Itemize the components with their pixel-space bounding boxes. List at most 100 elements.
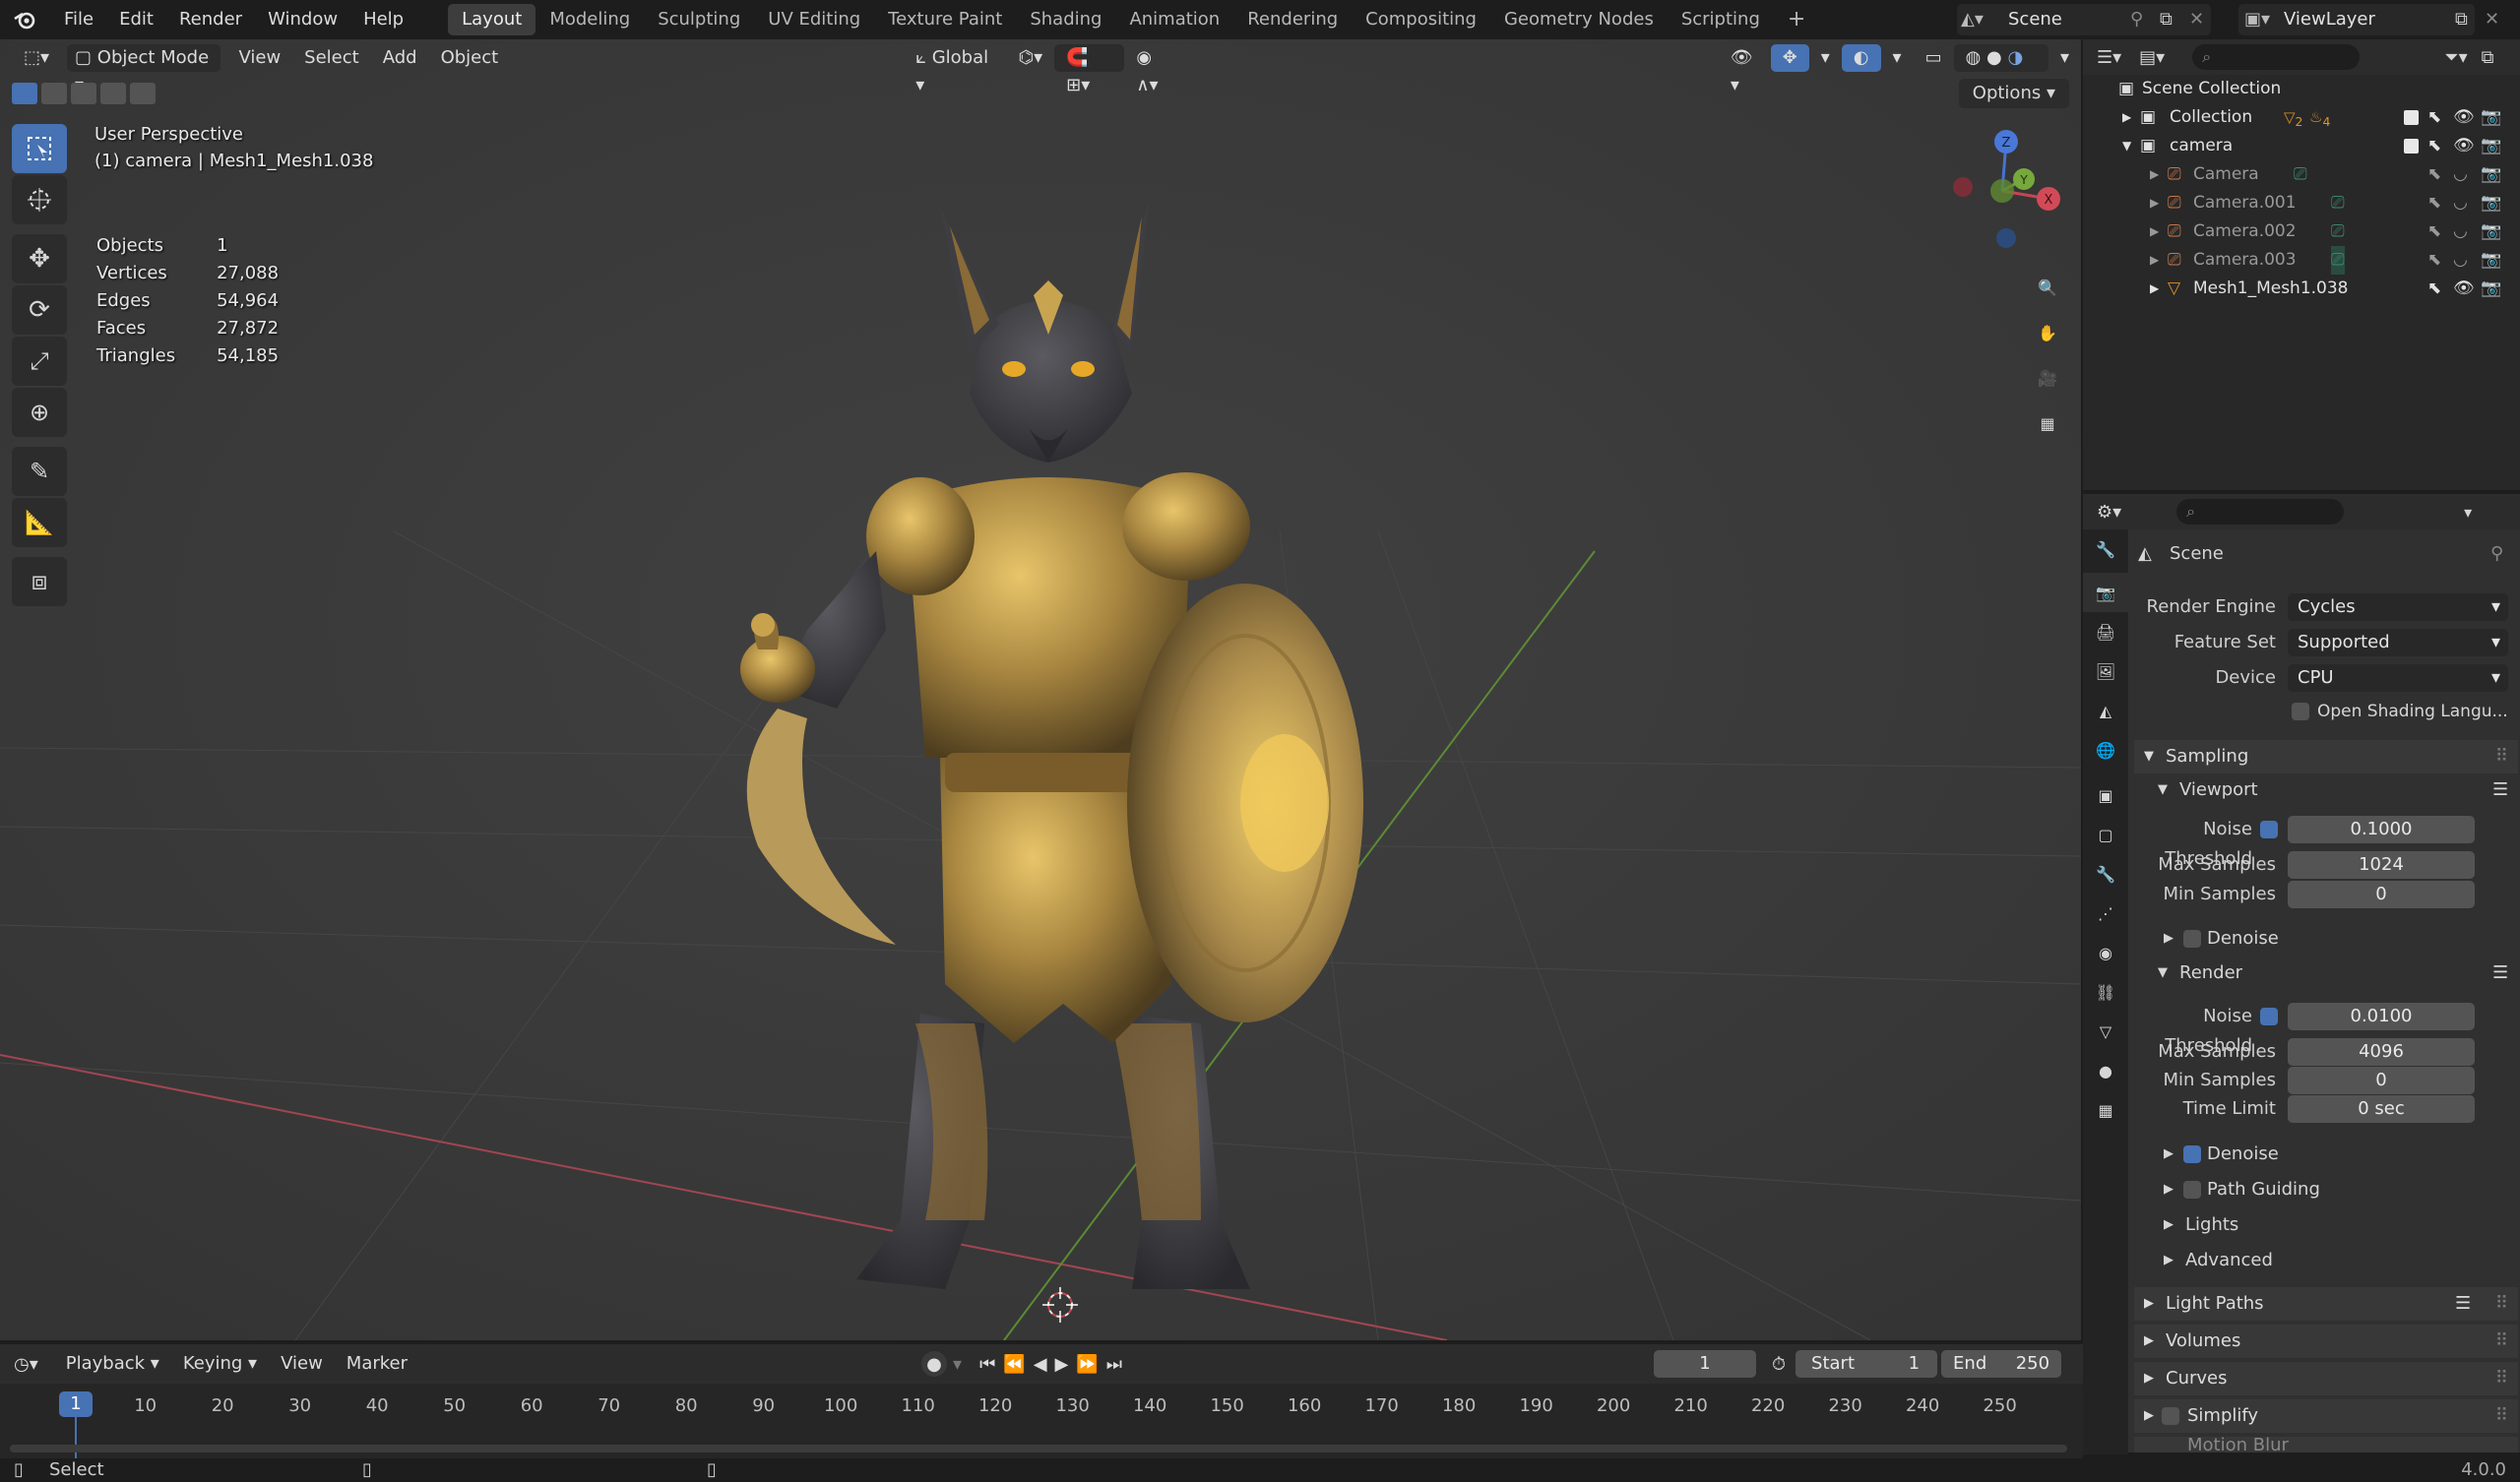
outliner-row-camera-collection[interactable]: ▼ ▣ camera ⬉ 👁 📷 (2083, 132, 2520, 160)
select-invert-icon[interactable] (100, 83, 126, 104)
select-arrow-icon[interactable]: ⬉ (2427, 160, 2441, 189)
mode-selector[interactable]: ▢ Object Mode ▾ (67, 44, 221, 95)
outliner-row-camera-003[interactable]: ▶ ⎚ Camera.003 ⎚ ⬉ ◡ 📷 (2083, 246, 2520, 275)
jump-start-icon[interactable]: ⏮ (979, 1354, 995, 1375)
xray-icon[interactable]: ▭ (1914, 44, 1954, 72)
menu-timeline-view[interactable]: View (269, 1350, 335, 1378)
scene-selector[interactable]: ◭▾ Scene ⚲ ⧉ ✕ (1957, 4, 2211, 35)
filter-icon[interactable]: ⏷▾ (2444, 47, 2467, 68)
material-tab-icon[interactable]: ● (2083, 1051, 2128, 1090)
blender-logo-icon[interactable] (10, 5, 39, 34)
render-denoise-row[interactable]: ▶ Denoise (2128, 1140, 2520, 1169)
select-intersect-icon[interactable] (130, 83, 156, 104)
advanced-row[interactable]: ▶ Advanced (2128, 1246, 2520, 1275)
tool-tab-icon[interactable]: 🔧 (2083, 529, 2128, 569)
render-noise-checkbox[interactable] (2260, 1008, 2278, 1025)
volumes-panel-header[interactable]: ▶ Volumes ⠿ (2134, 1325, 2518, 1358)
menu-render[interactable]: Render (166, 0, 255, 39)
new-collection-icon[interactable]: ⧉ (2482, 47, 2494, 68)
tab-shading[interactable]: Shading (1016, 4, 1115, 35)
properties-search[interactable]: ⌕ (2176, 499, 2345, 525)
drag-handle-icon[interactable]: ⠿ (2495, 1399, 2508, 1433)
device-dropdown[interactable]: CPU ▾ (2288, 664, 2508, 692)
cursor-tool[interactable] (12, 175, 67, 224)
render-noise-field[interactable]: 0.0100 (2288, 1003, 2475, 1030)
select-new-icon[interactable] (12, 83, 37, 104)
outliner-search[interactable]: ⌕ (2192, 44, 2361, 70)
wireframe-shading-icon[interactable]: ◍ (1966, 47, 1982, 68)
rotate-tool[interactable]: ⟳ (12, 285, 67, 335)
eye-closed-icon[interactable]: ◡ (2453, 246, 2468, 275)
next-keyframe-icon[interactable]: ⏩ (1076, 1354, 1098, 1375)
new-scene-icon[interactable]: ⧉ (2160, 4, 2173, 35)
tab-compositing[interactable]: Compositing (1352, 4, 1490, 35)
properties-editor-icon[interactable]: ⚙▾ (2097, 502, 2121, 523)
path-guiding-checkbox[interactable] (2183, 1181, 2201, 1199)
expand-arrow-icon[interactable]: ▶ (2150, 246, 2159, 275)
view-layer-tab-icon[interactable]: 🖼 (2083, 651, 2128, 691)
transform-orientation[interactable]: ⟀ Global ▾ (904, 44, 1006, 95)
play-icon[interactable]: ▶ (1055, 1354, 1069, 1375)
properties-menu-icon[interactable]: ▾ (2464, 503, 2472, 522)
start-frame-field[interactable]: Start 1 (1796, 1350, 1938, 1378)
presets-icon[interactable]: ☰ (2492, 958, 2508, 988)
add-workspace-button[interactable]: + (1774, 4, 1819, 35)
frame-ruler[interactable]: 1 10 20 30 40 50 60 70 80 90 100 110 120 130 140 150 16… (0, 1384, 2083, 1458)
output-tab-icon[interactable]: 🖨 (2083, 612, 2128, 651)
pivot-point-icon[interactable]: ⌬▾ (1006, 44, 1054, 72)
drag-handle-icon[interactable]: ⠿ (2495, 1362, 2508, 1395)
menu-object[interactable]: Object (429, 44, 511, 72)
select-box-tool[interactable] (12, 124, 67, 173)
playhead[interactable]: 1 (59, 1391, 93, 1417)
overlay-toggle-icon[interactable]: ◐ (1841, 44, 1881, 72)
display-mode-icon[interactable]: ▤▾ (2139, 47, 2165, 68)
include-checkbox[interactable] (2404, 139, 2419, 154)
menu-edit[interactable]: Edit (106, 0, 166, 39)
select-arrow-icon[interactable]: ⬉ (2427, 217, 2441, 246)
drag-handle-icon[interactable]: ⠿ (2495, 1287, 2508, 1321)
zoom-icon[interactable]: 🔍 (2026, 266, 2069, 309)
eye-icon[interactable]: 👁 (2453, 132, 2475, 160)
select-arrow-icon[interactable]: ⬉ (2427, 189, 2441, 217)
include-checkbox[interactable] (2404, 110, 2419, 125)
menu-help[interactable]: Help (350, 0, 416, 39)
expand-arrow-icon[interactable]: ▶ (2122, 103, 2131, 132)
view-layer-selector[interactable]: ▣▾ ViewLayer ⧉ (2238, 4, 2475, 35)
particles-tab-icon[interactable]: ⋰ (2083, 894, 2128, 933)
tab-rendering[interactable]: Rendering (1233, 4, 1352, 35)
pin-icon[interactable]: ⚲ (2490, 539, 2503, 569)
menu-select[interactable]: Select (292, 44, 371, 72)
expand-arrow-icon[interactable]: ▼ (2122, 132, 2131, 160)
drag-handle-icon[interactable]: ⠿ (2495, 740, 2508, 773)
render-engine-dropdown[interactable]: Cycles ▾ (2288, 593, 2508, 621)
visibility-icon[interactable]: 👁▾ (1719, 44, 1771, 95)
tab-modeling[interactable]: Modeling (536, 4, 644, 35)
outliner-row-camera-002[interactable]: ▶ ⎚ Camera.002 ⎚ ⬉ ◡ 📷 (2083, 217, 2520, 246)
menu-window[interactable]: Window (255, 0, 350, 39)
data-tab-icon[interactable]: ▽ (2083, 1012, 2128, 1051)
viewport-min-samples-field[interactable]: 0 (2288, 881, 2475, 908)
select-arrow-icon[interactable]: ⬉ (2427, 132, 2441, 160)
add-cube-tool[interactable]: ⧈ (12, 557, 67, 606)
solid-shading-icon[interactable]: ● (1986, 47, 2002, 68)
viewport-max-samples-field[interactable]: 1024 (2288, 851, 2475, 879)
outliner-editor-icon[interactable]: ☰▾ (2097, 47, 2121, 68)
viewport-noise-field[interactable]: 0.1000 (2288, 816, 2475, 843)
physics-tab-icon[interactable]: ◉ (2083, 933, 2128, 972)
constraints-tab-icon[interactable]: ⛓ (2083, 972, 2128, 1012)
collection-tab-icon[interactable]: ▣ (2083, 775, 2128, 815)
new-view-layer-icon[interactable]: ⧉ (2455, 4, 2468, 35)
eye-closed-icon[interactable]: ◡ (2453, 160, 2468, 189)
record-icon[interactable]: ● (921, 1351, 948, 1377)
tab-uv-editing[interactable]: UV Editing (754, 4, 874, 35)
3d-viewport[interactable]: ⬚▾ ▢ Object Mode ▾ View Select Add Objec… (0, 39, 2081, 1340)
select-extend-icon[interactable] (41, 83, 67, 104)
eye-closed-icon[interactable]: ◡ (2453, 189, 2468, 217)
annotate-tool[interactable]: ✎ (12, 447, 67, 496)
play-reverse-icon[interactable]: ◀ (1034, 1354, 1047, 1375)
camera-view-icon[interactable]: 🎥 (2026, 356, 2069, 400)
camera-render-icon[interactable]: 📷 (2481, 246, 2501, 275)
material-shading-icon[interactable]: ◑ (2007, 47, 2023, 68)
jump-end-icon[interactable]: ⏭ (1106, 1354, 1122, 1375)
tab-scripting[interactable]: Scripting (1668, 4, 1774, 35)
